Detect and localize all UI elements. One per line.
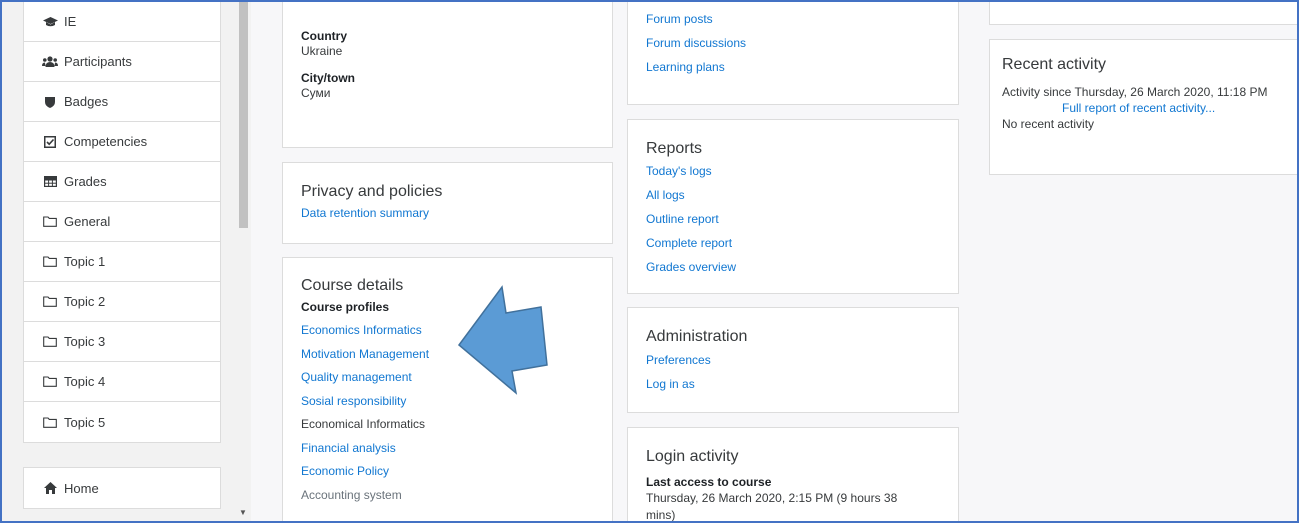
course-profile-item: Accounting system [301, 487, 402, 502]
nav-item-topic-4[interactable]: Topic 4 [24, 362, 220, 402]
nav-item-topic-1[interactable]: Topic 1 [24, 242, 220, 282]
folder-icon [42, 414, 58, 430]
forum-link[interactable]: Forum discussions [646, 31, 940, 55]
nav-item-participants[interactable]: Participants [24, 42, 220, 82]
scrollbar-thumb[interactable] [239, 2, 248, 228]
folder-icon [42, 334, 58, 350]
nav-item-label: Grades [64, 174, 107, 189]
course-nav-list: IE Participants Badges Competencies Grades Ge… [23, 2, 221, 443]
admin-link[interactable]: Preferences [646, 348, 940, 372]
nav-item-badges[interactable]: Badges [24, 82, 220, 122]
block-title: Reports [646, 140, 703, 157]
report-link[interactable]: Today's logs [646, 159, 940, 183]
nav-item-home[interactable]: Home [24, 468, 220, 508]
forum-link[interactable]: Forum posts [646, 7, 940, 31]
nav-item-general[interactable]: General [24, 202, 220, 242]
course-details-block: Course details Course profiles Economics… [282, 257, 613, 521]
country-label: Country [301, 29, 347, 43]
block-title: Privacy and policies [301, 183, 443, 200]
nav-drawer: IE Participants Badges Competencies Grades Ge… [2, 2, 251, 521]
nav-item-label: Topic 3 [64, 334, 106, 349]
nav-item-label: Participants [64, 54, 132, 69]
report-link[interactable]: Complete report [646, 231, 940, 255]
folder-icon [42, 374, 58, 390]
drawer-scrollbar[interactable]: ▼ [237, 2, 250, 521]
activity-since: Activity since Thursday, 26 March 2020, … [1002, 85, 1268, 99]
report-link[interactable]: All logs [646, 183, 940, 207]
report-link-list: Today's logs All logs Outline report Comple… [646, 159, 940, 279]
forum-links-block: Forum posts Forum discussions Learning pla… [627, 2, 959, 105]
folder-icon [42, 254, 58, 270]
nav-item-label: Topic 1 [64, 254, 106, 269]
profile-block: Country Ukraine City/town Суми [282, 2, 613, 148]
scroll-down-arrow-icon[interactable]: ▼ [239, 508, 247, 517]
course-profile-item[interactable]: Economic Policy [301, 460, 594, 484]
nav-item-label: General [64, 214, 111, 229]
check-square-icon [42, 134, 58, 150]
top-right-block [989, 2, 1297, 25]
nav-item-label: Topic 5 [64, 414, 106, 430]
folder-icon [42, 214, 58, 230]
nav-item-label: Badges [64, 94, 109, 109]
admin-link[interactable]: Log in as [646, 372, 940, 396]
annotation-arrow-icon [457, 285, 548, 395]
report-link[interactable]: Outline report [646, 207, 940, 231]
forum-link[interactable]: Learning plans [646, 55, 940, 79]
no-recent-activity: No recent activity [1002, 117, 1095, 131]
reports-block: Reports Today's logs All logs Outline repo… [627, 119, 959, 294]
recent-activity-block: Recent activity Activity since Thursday,… [989, 39, 1297, 175]
nav-item-label: Topic 2 [64, 294, 106, 309]
last-access-label: Last access to course [646, 475, 772, 489]
course-profile-item: Economical Informatics [301, 417, 426, 431]
last-access-value: Thursday, 26 March 2020, 2:15 PM (9 hour… [646, 491, 898, 522]
forum-link-list: Forum posts Forum discussions Learning pla… [646, 7, 940, 79]
course-profile-item[interactable]: Financial analysis [301, 437, 594, 461]
nav-item-label: Home [64, 480, 99, 496]
site-nav-list: Home [23, 467, 221, 509]
block-title: Administration [646, 328, 748, 345]
table-icon [42, 174, 58, 190]
nav-item-competencies[interactable]: Competencies [24, 122, 220, 162]
nav-item-topic-3[interactable]: Topic 3 [24, 322, 220, 362]
users-icon [42, 54, 58, 70]
main-content: Country Ukraine City/town Суми Privacy a… [251, 2, 1297, 521]
administration-block: Administration Preferences Log in as [627, 307, 959, 413]
home-icon [42, 480, 58, 496]
admin-link-list: Preferences Log in as [646, 348, 940, 396]
city-label: City/town [301, 71, 355, 85]
shield-icon [42, 94, 58, 110]
report-link[interactable]: Grades overview [646, 255, 940, 279]
city-value: Суми [301, 86, 331, 100]
screenshot-frame: IE Participants Badges Competencies Grades Ge… [0, 0, 1299, 523]
nav-item-label: Competencies [64, 134, 148, 149]
nav-item-grades[interactable]: Grades [24, 162, 220, 202]
privacy-block: Privacy and policies Data retention summ… [282, 162, 613, 244]
country-value: Ukraine [301, 44, 343, 58]
folder-icon [42, 294, 58, 310]
nav-item-label: Topic 4 [64, 374, 106, 389]
block-title: Login activity [646, 448, 739, 465]
nav-item-topic-5[interactable]: Topic 5 [24, 402, 220, 442]
graduation-cap-icon [42, 14, 58, 30]
data-retention-link[interactable]: Data retention summary [301, 201, 594, 225]
login-activity-block: Login activity Last access to course Thu… [627, 427, 959, 522]
nav-item-topic-2[interactable]: Topic 2 [24, 282, 220, 322]
full-report-link[interactable]: Full report of recent activity... [1002, 100, 1297, 116]
nav-item-ie[interactable]: IE [24, 2, 220, 42]
nav-item-label: IE [64, 14, 77, 29]
block-title: Recent activity [1002, 56, 1107, 73]
